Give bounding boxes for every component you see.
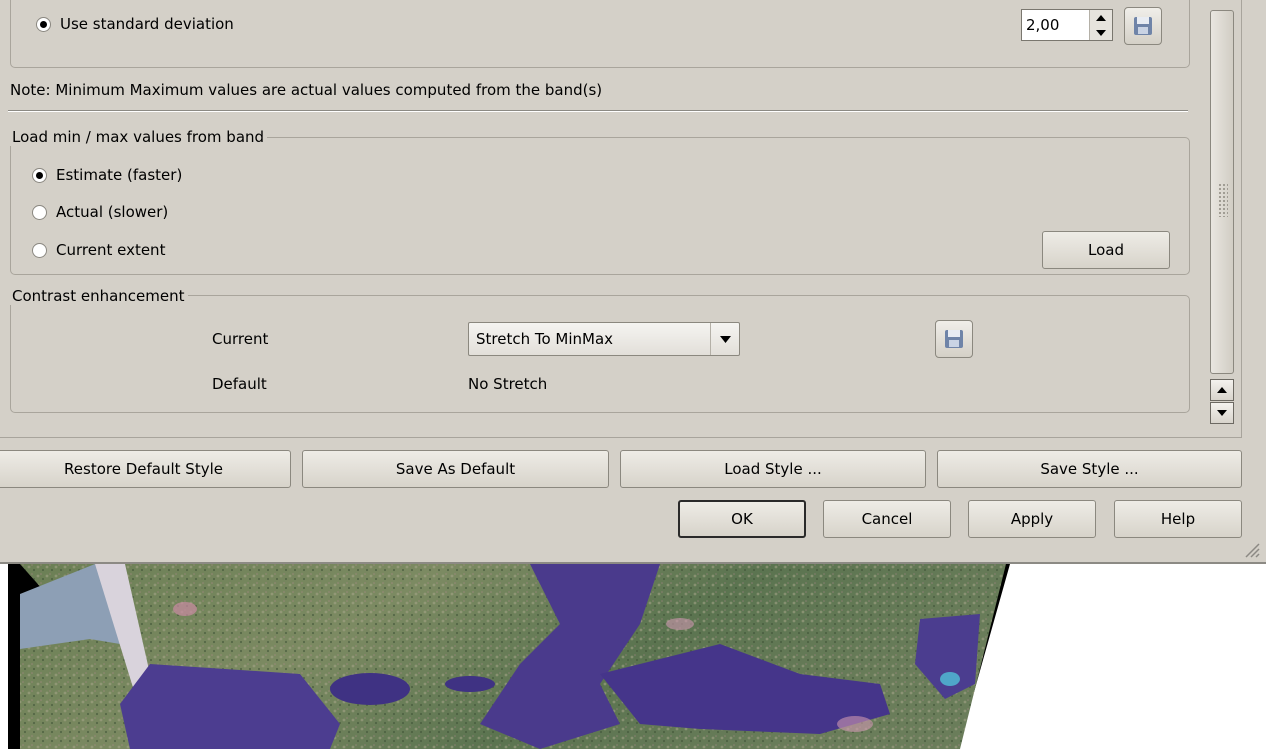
load-style-button[interactable]: Load Style ... (620, 450, 926, 488)
contrast-combobox-value: Stretch To MinMax (476, 330, 614, 348)
scroll-down-button[interactable] (1210, 402, 1234, 424)
current-label: Current (212, 330, 269, 348)
floppy-disk-icon (945, 330, 963, 348)
scroll-up-icon (1217, 387, 1227, 393)
ok-button[interactable]: OK (678, 500, 806, 538)
contrast-title: Contrast enhancement (10, 287, 188, 305)
spin-down-icon[interactable] (1096, 29, 1106, 36)
save-std-dev-button[interactable] (1124, 7, 1162, 45)
scrollbar-thumb[interactable] (1210, 10, 1234, 374)
contrast-combobox[interactable]: Stretch To MinMax (468, 322, 740, 356)
std-dev-spinbox[interactable]: 2,00 (1021, 9, 1113, 41)
radio-indicator (32, 167, 47, 183)
grip-dots (1218, 183, 1228, 217)
default-value: No Stretch (468, 375, 548, 393)
spin-arrows[interactable] (1089, 10, 1112, 40)
map-canvas[interactable] (0, 564, 1266, 749)
vertical-scrollbar[interactable] (1207, 0, 1237, 437)
current-extent-radio[interactable]: Current extent (32, 241, 165, 259)
current-extent-label: Current extent (56, 241, 166, 259)
radio-indicator (36, 16, 51, 32)
save-style-button[interactable]: Save Style ... (937, 450, 1242, 488)
radio-indicator (32, 242, 47, 258)
contrast-dropdown-button[interactable] (710, 323, 739, 355)
radio-indicator (32, 204, 47, 220)
minmax-note: Note: Minimum Maximum values are actual … (10, 81, 603, 99)
std-dev-value: 2,00 (1026, 16, 1060, 34)
default-label: Default (212, 375, 267, 393)
symbology-scroll-area: Use standard deviation 2,00 Note: Minimu… (0, 0, 1242, 438)
restore-default-style-button[interactable]: Restore Default Style (0, 450, 291, 488)
help-button[interactable]: Help (1114, 500, 1242, 538)
separator (8, 110, 1188, 112)
scroll-down-icon (1217, 410, 1227, 416)
floppy-disk-icon (1134, 17, 1152, 35)
estimate-radio[interactable]: Estimate (faster) (32, 166, 182, 184)
chevron-down-icon (719, 335, 731, 343)
std-dev-label: Use standard deviation (60, 15, 234, 33)
actual-radio[interactable]: Actual (slower) (32, 203, 168, 221)
load-minmax-groupbox (10, 137, 1190, 275)
std-dev-radio[interactable]: Use standard deviation (36, 15, 234, 33)
layer-properties-dialog: Use standard deviation 2,00 Note: Minimu… (0, 0, 1266, 564)
apply-button[interactable]: Apply (968, 500, 1096, 538)
load-button[interactable]: Load (1042, 231, 1170, 269)
scroll-up-button[interactable] (1210, 379, 1234, 401)
resize-grip-icon[interactable] (1240, 538, 1260, 558)
estimate-label: Estimate (faster) (56, 166, 183, 184)
spin-up-icon[interactable] (1096, 14, 1106, 21)
load-minmax-title: Load min / max values from band (10, 128, 268, 146)
satellite-raster-image (8, 564, 1010, 749)
save-as-default-button[interactable]: Save As Default (302, 450, 609, 488)
save-contrast-button[interactable] (935, 320, 973, 358)
cancel-button[interactable]: Cancel (823, 500, 951, 538)
std-dev-groupbox (10, 0, 1190, 68)
actual-label: Actual (slower) (56, 203, 169, 221)
